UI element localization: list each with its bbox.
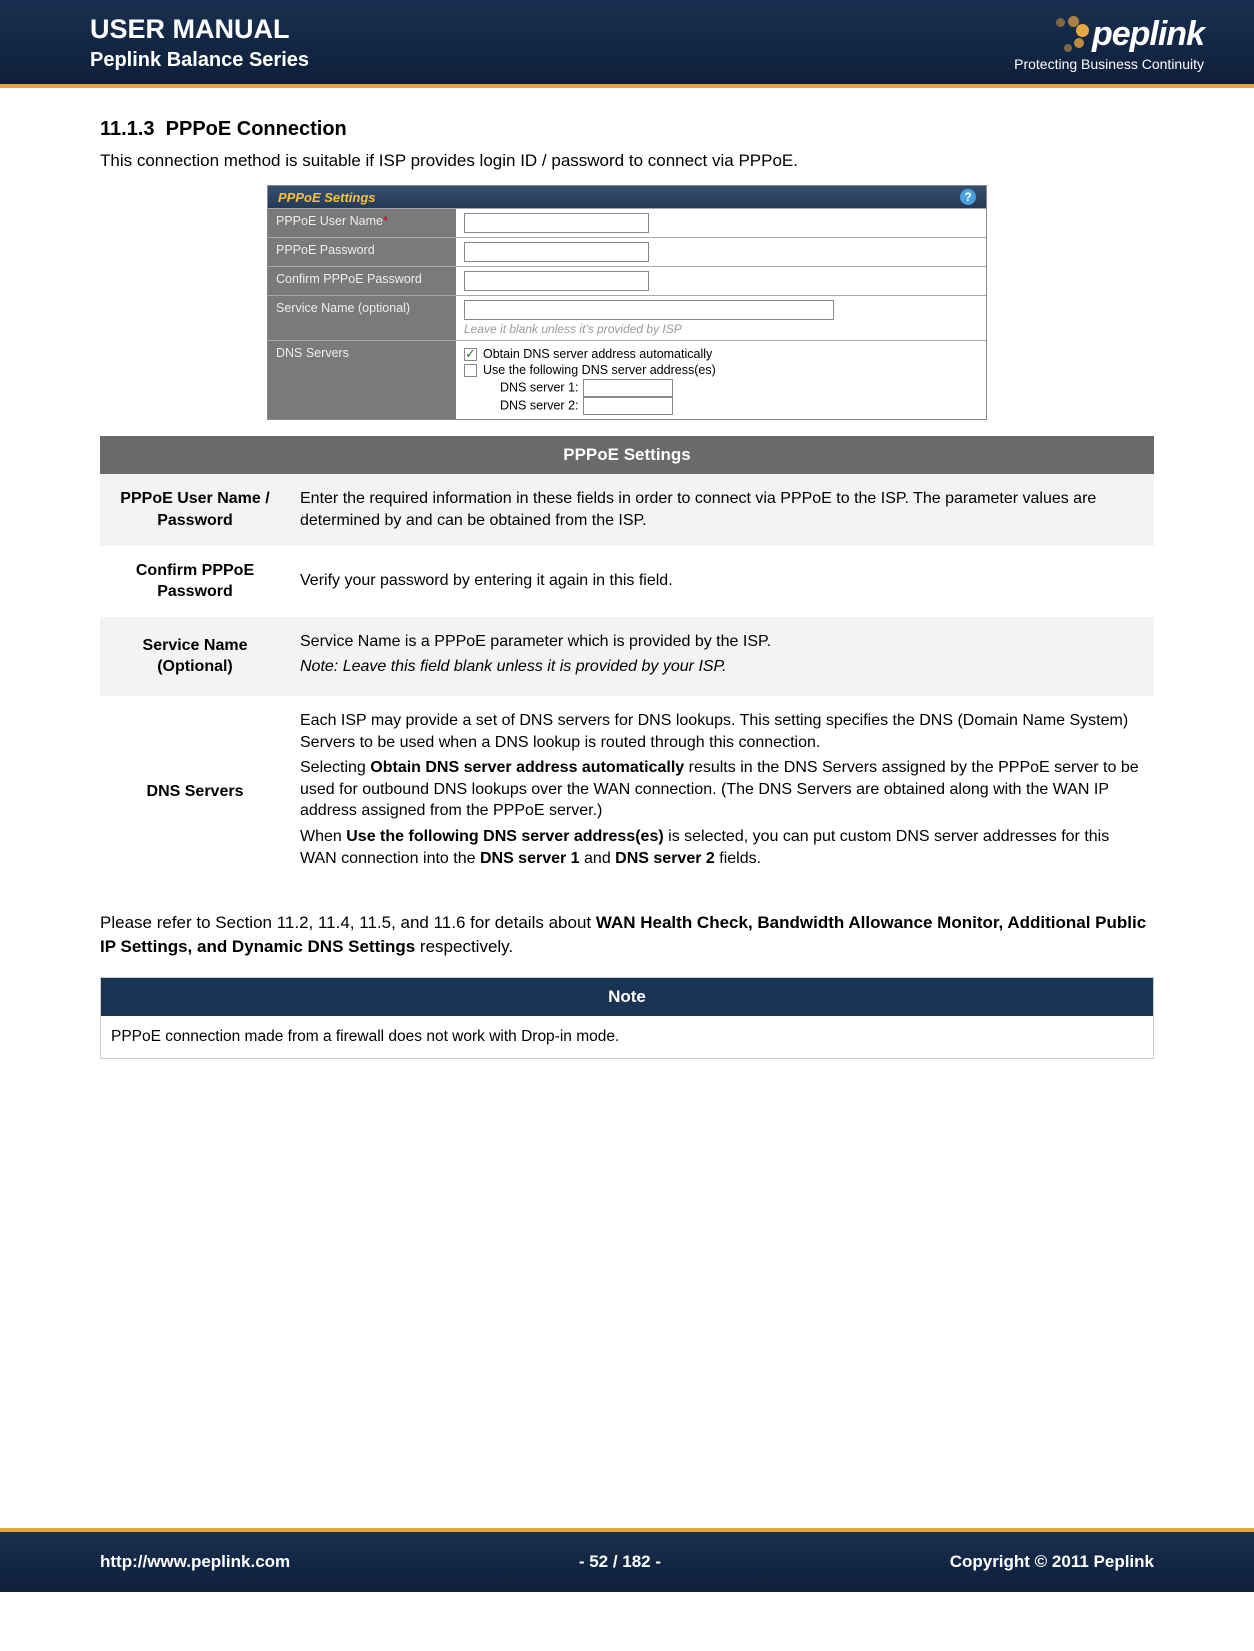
page-footer: http://www.peplink.com - 52 / 182 - Copy… (0, 1528, 1254, 1592)
brand-tagline: Protecting Business Continuity (1014, 56, 1204, 72)
note-text: PPPoE connection made from a firewall do… (101, 1016, 1154, 1059)
section-intro: This connection method is suitable if IS… (100, 151, 1154, 171)
desc-table-heading: PPPoE Settings (100, 436, 1154, 474)
pppoe-confirm-password-input[interactable] (464, 271, 649, 291)
desc-label-userpass: PPPoE User Name / Password (100, 474, 290, 545)
dns-server-1-input[interactable] (583, 379, 673, 397)
field-label-service-name: Service Name (optional) (268, 296, 456, 340)
section-heading: 11.1.3 PPPoE Connection (100, 118, 1154, 141)
pppoe-username-input[interactable] (464, 213, 649, 233)
field-label-username: PPPoE User Name * (268, 209, 456, 237)
footer-url: http://www.peplink.com (100, 1552, 290, 1572)
panel-title: PPPoE Settings (278, 190, 376, 205)
dns-auto-label: Obtain DNS server address automatically (483, 347, 712, 361)
footer-copyright: Copyright © 2011 Peplink (950, 1552, 1154, 1572)
service-name-hint: Leave it blank unless it's provided by I… (464, 322, 978, 336)
dns-manual-checkbox[interactable] (464, 364, 477, 377)
footer-page-number: - 52 / 182 - (579, 1552, 661, 1572)
doc-subtitle: Peplink Balance Series (90, 49, 309, 72)
desc-text-confirm: Verify your password by entering it agai… (290, 546, 1154, 617)
table-row: Service Name (Optional) Service Name is … (100, 617, 1154, 696)
dns-manual-label: Use the following DNS server address(es) (483, 363, 716, 377)
doc-title: USER MANUAL (90, 14, 309, 45)
desc-text-service: Service Name is a PPPoE parameter which … (290, 617, 1154, 696)
page-header: USER MANUAL Peplink Balance Series pepli… (0, 0, 1254, 88)
logo-dots-icon (1026, 14, 1086, 54)
desc-label-dns: DNS Servers (100, 696, 290, 887)
field-label-confirm-password: Confirm PPPoE Password (268, 267, 456, 295)
pppoe-settings-panel: PPPoE Settings ? PPPoE User Name * PPPoE… (267, 185, 987, 420)
dns-server-1-label: DNS server 1: (500, 381, 579, 395)
service-name-input[interactable] (464, 300, 834, 320)
desc-label-service: Service Name (Optional) (100, 617, 290, 696)
table-row: PPPoE User Name / Password Enter the req… (100, 474, 1154, 545)
table-row: DNS Servers Each ISP may provide a set o… (100, 696, 1154, 887)
brand-logo: peplink (1026, 14, 1204, 54)
dns-auto-checkbox[interactable] (464, 348, 477, 361)
pppoe-password-input[interactable] (464, 242, 649, 262)
table-row: Confirm PPPoE Password Verify your passw… (100, 546, 1154, 617)
brand-name: peplink (1092, 15, 1204, 54)
dns-server-2-input[interactable] (583, 397, 673, 415)
field-label-password: PPPoE Password (268, 238, 456, 266)
desc-text-dns: Each ISP may provide a set of DNS server… (290, 696, 1154, 887)
note-heading: Note (101, 977, 1154, 1016)
desc-text-userpass: Enter the required information in these … (290, 474, 1154, 545)
settings-description-table: PPPoE Settings PPPoE User Name / Passwor… (100, 436, 1154, 887)
note-box: Note PPPoE connection made from a firewa… (100, 977, 1154, 1059)
reference-paragraph: Please refer to Section 11.2, 11.4, 11.5… (100, 911, 1154, 959)
desc-label-confirm: Confirm PPPoE Password (100, 546, 290, 617)
field-label-dns-servers: DNS Servers (268, 341, 456, 419)
dns-server-2-label: DNS server 2: (500, 399, 579, 413)
help-icon[interactable]: ? (960, 189, 976, 205)
